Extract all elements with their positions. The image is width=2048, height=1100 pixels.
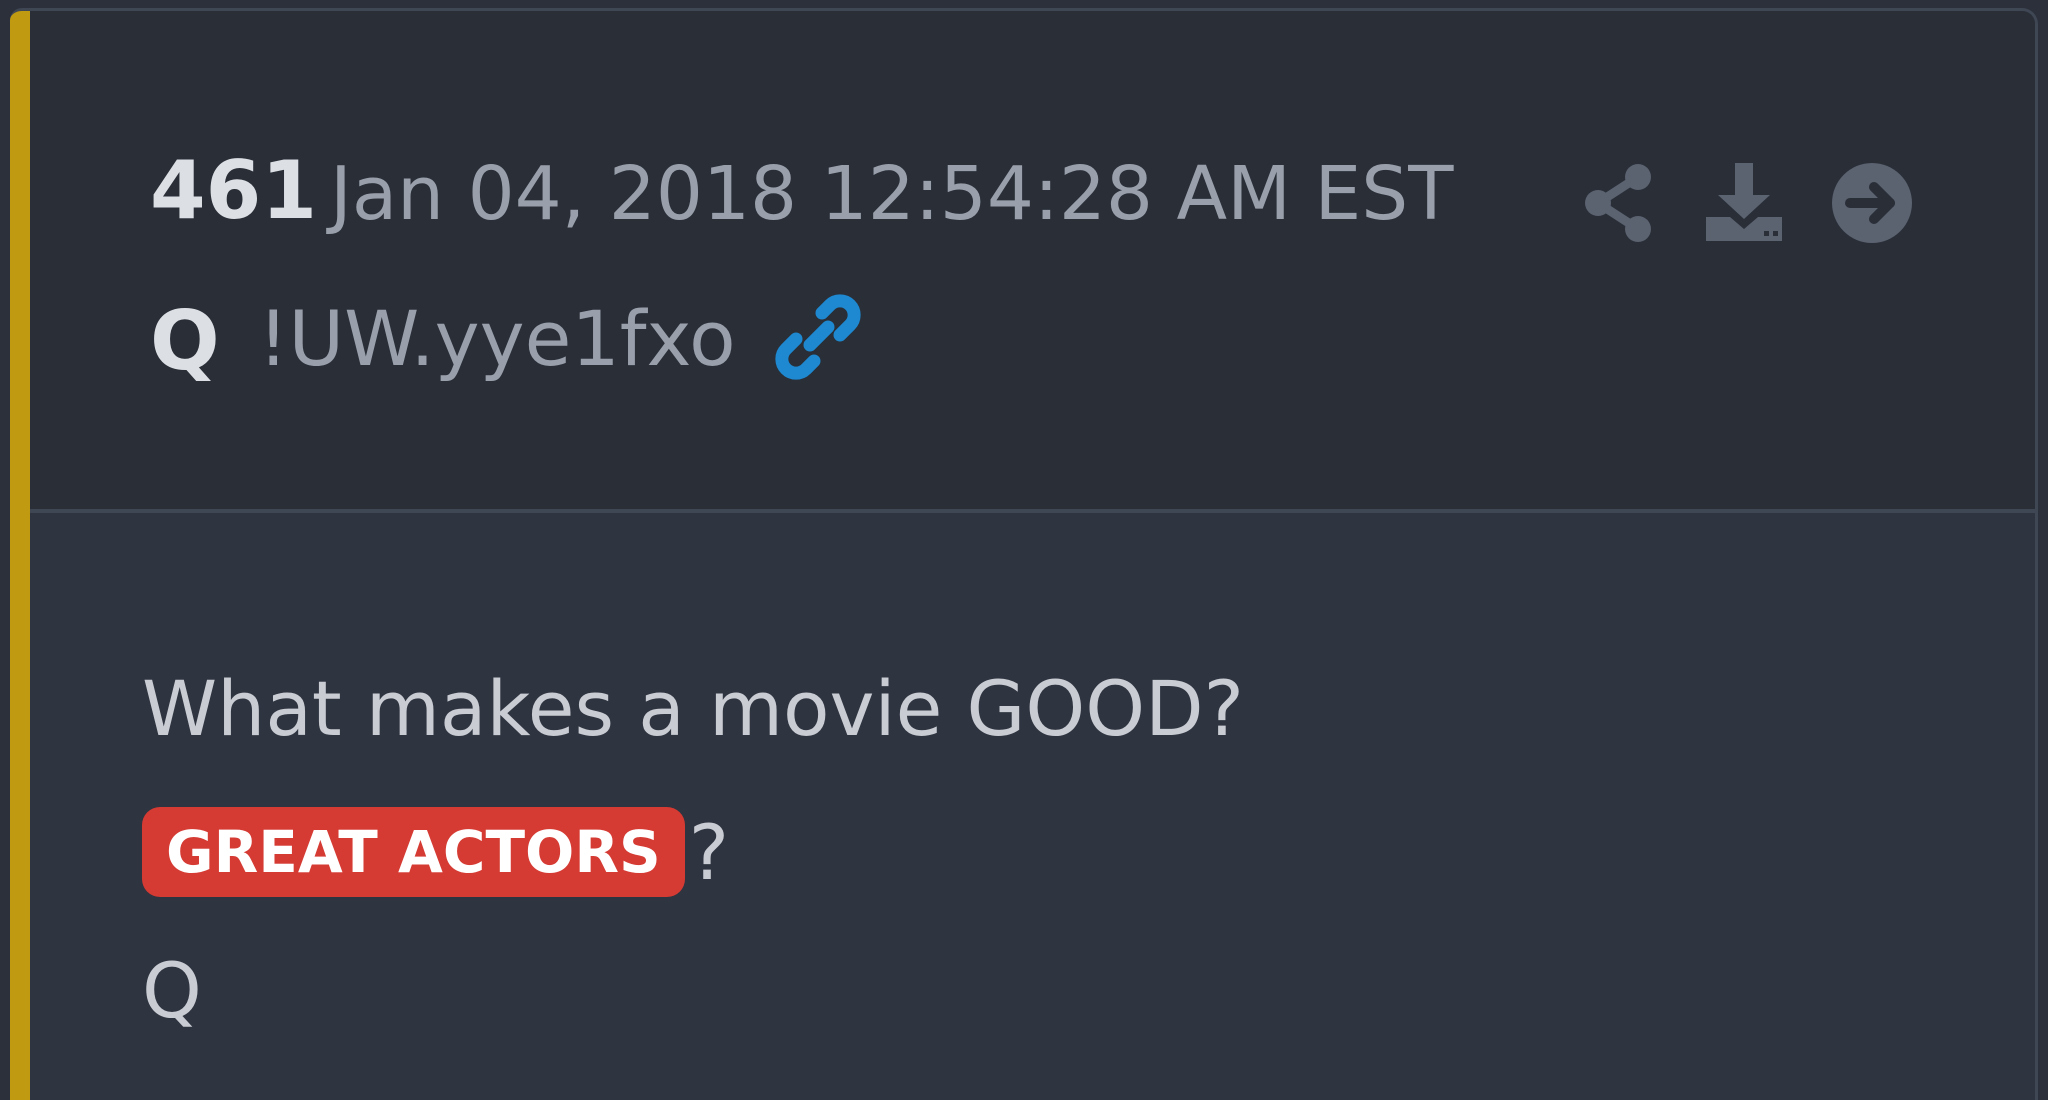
highlight-badge: GREAT ACTORS (142, 807, 685, 897)
post-date: Jan 04, 2018 12:54:28 AM EST (330, 151, 1454, 237)
link-icon[interactable] (770, 289, 866, 385)
post-signature: Q (142, 946, 202, 1035)
post-number: 461 (150, 144, 317, 237)
post-card: 461 Jan 04, 2018 12:54:28 AM EST Q !UW.y… (10, 8, 2038, 1100)
arrow-circle-right-icon[interactable] (1830, 161, 1914, 245)
post-text-line: GREAT ACTORS ? (142, 807, 729, 897)
author-tripcode: !UW.yye1fxo (258, 294, 736, 383)
download-icon[interactable] (1702, 161, 1786, 245)
post-text-fragment: ? (688, 807, 730, 897)
author-name: Q (150, 294, 220, 389)
accent-bar (10, 11, 30, 1100)
share-icon[interactable] (1578, 161, 1662, 245)
post-text-line: What makes a movie GOOD? (142, 664, 1244, 753)
post-header: 461 Jan 04, 2018 12:54:28 AM EST Q !UW.y… (30, 11, 2035, 513)
